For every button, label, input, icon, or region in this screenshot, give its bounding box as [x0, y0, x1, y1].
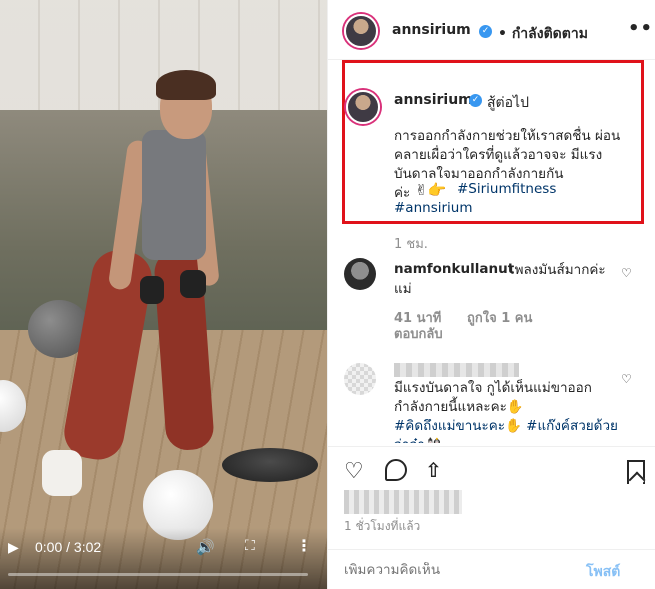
comment-text: มีแรงบันดาลใจ กูได้เห็นแม่ขาออกกำลังกายน…: [394, 380, 592, 415]
caption-time: 1 ชม.: [394, 237, 428, 252]
verified-badge-icon: ✓: [479, 25, 492, 38]
bookmark-icon[interactable]: [627, 460, 645, 484]
caption-username[interactable]: annsirium: [394, 92, 473, 108]
add-comment-bar: โพสต์: [328, 549, 655, 589]
volume-icon[interactable]: 🔊: [196, 538, 215, 556]
comment-input[interactable]: [344, 562, 584, 578]
caption-title: สู้ต่อไป: [487, 95, 529, 111]
video-player[interactable]: ▶ 0:00 / 3:02 🔊 ⛶ ⋮: [0, 0, 327, 589]
person-shoe: [42, 450, 82, 496]
hashtag-link[interactable]: #Siriumfitness: [457, 181, 556, 197]
verified-badge-icon: ✓: [469, 94, 482, 107]
more-options-icon[interactable]: •••: [628, 18, 655, 39]
comment-likes[interactable]: ถูกใจ 1 คน: [467, 307, 532, 328]
reply-button[interactable]: ตอบกลับ: [394, 323, 443, 344]
header-username[interactable]: annsirium: [392, 22, 471, 38]
more-options-icon[interactable]: ⋮: [296, 536, 312, 555]
comment-hashtags[interactable]: #คิดถึงแม่ขานะคะ✋ #แก๊งค์สวยด้วยจ่าจ๋า🎎: [394, 417, 620, 443]
person-glove: [180, 270, 206, 298]
avatar[interactable]: [344, 363, 376, 395]
like-comment-heart-icon[interactable]: ♡: [621, 372, 632, 386]
like-comment-heart-icon[interactable]: ♡: [621, 266, 632, 280]
video-time: 0:00 / 3:02: [35, 539, 102, 555]
person-hair: [156, 70, 216, 100]
weight-plate: [222, 448, 318, 482]
post-comment-button[interactable]: โพสต์: [586, 561, 620, 583]
avatar[interactable]: [344, 258, 376, 290]
comment-icon[interactable]: [385, 459, 407, 481]
fullscreen-icon[interactable]: ⛶: [245, 538, 255, 554]
caption-text: การออกกำลังกายช่วยให้เราสดชื่น ผ่อนคลายเ…: [394, 128, 621, 182]
share-icon[interactable]: ⇧: [425, 458, 442, 482]
comment-username[interactable]: namfonkullanut: [394, 261, 514, 277]
play-icon[interactable]: ▶: [8, 540, 22, 556]
blurred-username: [394, 363, 519, 377]
video-controls-bar: [0, 528, 327, 589]
post-header: annsirium ✓ • กำลังติดตาม •••: [328, 0, 655, 60]
post-actions: ♡ ⇧ 1 ชั่วโมงที่แล้ว โพสต์: [328, 446, 655, 589]
blurred-likes: [344, 490, 462, 514]
following-status[interactable]: • กำลังติดตาม: [498, 23, 588, 45]
caption-avatar[interactable]: [346, 90, 380, 124]
person-torso: [142, 130, 206, 260]
avatar[interactable]: [344, 14, 378, 48]
person-glove: [140, 276, 164, 304]
video-progress-bar[interactable]: [8, 573, 308, 576]
like-heart-icon[interactable]: ♡: [344, 459, 364, 484]
hashtag-link[interactable]: #annsirium: [394, 200, 473, 216]
post-time: 1 ชั่วโมงที่แล้ว: [344, 519, 421, 533]
post-details-panel: annsirium ✓ • กำลังติดตาม ••• annsirium …: [327, 0, 655, 589]
caption-emoji: ✌👉: [415, 181, 447, 199]
